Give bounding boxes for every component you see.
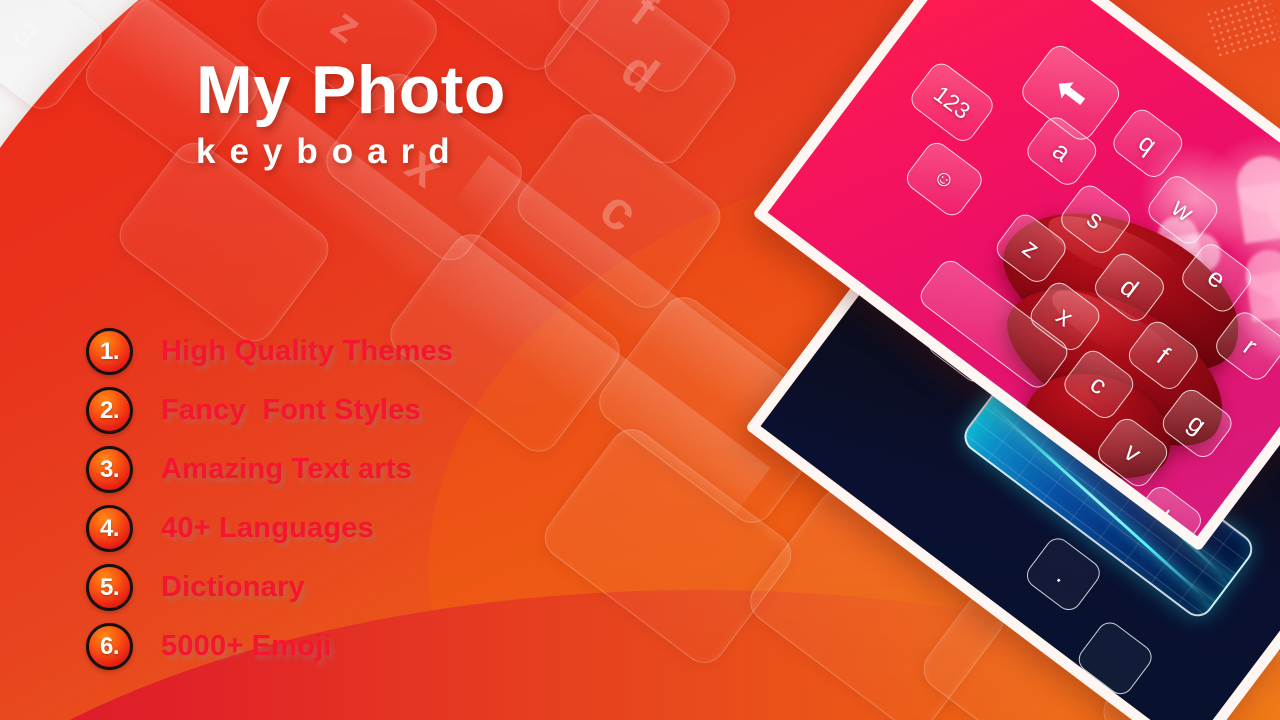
dark-key-period[interactable]: . — [1021, 533, 1105, 616]
feature-label: Dictionary — [161, 571, 305, 603]
feature-label: High Quality Themes — [161, 335, 454, 367]
app-title: My Photo — [196, 52, 506, 128]
list-item: 5. Dictionary — [86, 558, 453, 617]
title-block: My Photo keyboard — [196, 56, 506, 172]
feature-label: Fancy Font Styles — [161, 394, 421, 426]
feature-label: Amazing Text arts — [161, 453, 413, 485]
list-item: 3. Amazing Text arts — [86, 440, 453, 499]
feature-number-badge: 5. — [86, 564, 133, 611]
list-item: 1. High Quality Themes — [86, 322, 453, 381]
feature-number-badge: 4. — [86, 505, 133, 552]
list-item: 6. 5000+ Emoji — [86, 617, 453, 676]
promo-banner: 3 z r d f x c 123 q w — [0, 0, 1280, 720]
feature-label: 40+ Languages — [161, 512, 374, 544]
heart-icon — [1237, 180, 1280, 244]
feature-number-badge: 3. — [86, 446, 133, 493]
feature-number-badge: 2. — [86, 387, 133, 434]
feature-label: 5000+ Emoji — [161, 630, 332, 662]
app-subtitle: keyboard — [196, 132, 464, 171]
feature-number-badge: 6. — [86, 623, 133, 670]
feature-list: 1. High Quality Themes 2. Fancy Font Sty… — [86, 322, 453, 676]
enter-arrow-icon — [1058, 82, 1086, 105]
list-item: 4. 40+ Languages — [86, 499, 453, 558]
list-item: 2. Fancy Font Styles — [86, 381, 453, 440]
feature-number-badge: 1. — [86, 328, 133, 375]
